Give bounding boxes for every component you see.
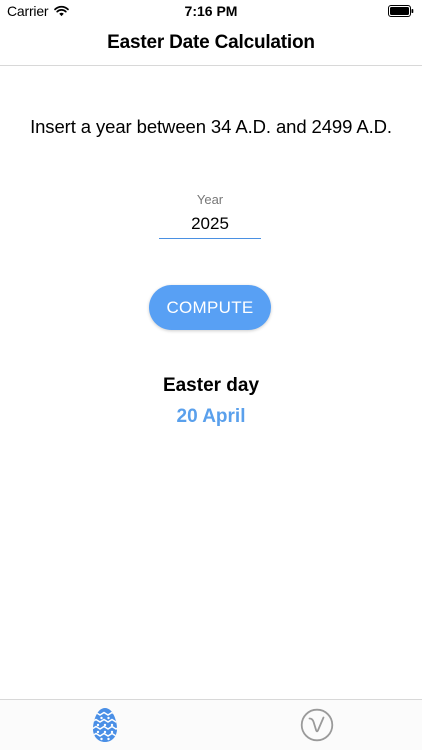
compute-button[interactable]: COMPUTE [149,285,271,330]
app-screen: Carrier 7:16 PM Easter Date Calculation … [0,0,422,750]
instruction-text: Insert a year between 34 A.D. and 2499 A… [30,116,392,137]
battery-icon [388,5,414,17]
page-title: Easter Date Calculation [107,32,315,53]
year-input[interactable] [159,209,261,239]
status-time: 7:16 PM [184,3,238,19]
tab-easter[interactable] [80,704,130,746]
tab-bar [0,699,422,750]
year-field: Year [159,190,261,240]
tab-check[interactable] [292,704,342,746]
navigation-bar: Easter Date Calculation [0,22,422,66]
easter-egg-icon [93,708,117,742]
status-bar: Carrier 7:16 PM [0,0,422,22]
result-heading: Easter day [162,375,260,396]
check-circle-icon [300,708,334,742]
year-field-label: Year [196,192,224,207]
easter-date-result: 20 April [176,406,246,427]
